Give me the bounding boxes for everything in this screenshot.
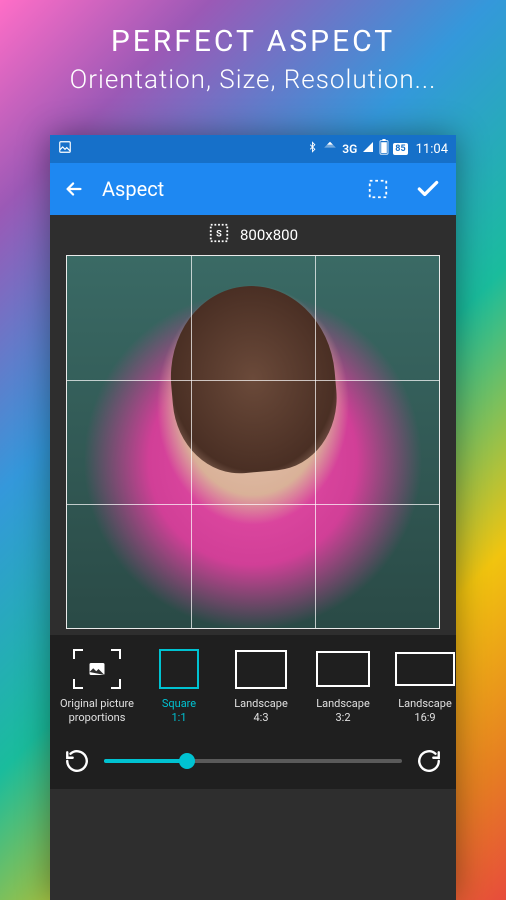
aspect-rect-icon	[159, 649, 199, 689]
aspect-thumb	[222, 645, 300, 693]
aspect-label: Landscape	[222, 697, 300, 711]
aspect-option-land43[interactable]: Landscape4:3	[222, 645, 300, 725]
aspect-option-land32[interactable]: Landscape3:2	[304, 645, 382, 725]
aspect-option-original[interactable]: Original pictureproportions	[58, 645, 136, 725]
aspect-label: Original picture	[58, 697, 136, 711]
grid-line	[315, 256, 316, 628]
grid-line	[67, 380, 439, 381]
aspect-label: Landscape	[304, 697, 382, 711]
grid-line	[191, 256, 192, 628]
arrow-left-icon	[63, 178, 85, 200]
back-button[interactable]	[60, 178, 88, 200]
aspect-option-land169[interactable]: Landscape16:9	[386, 645, 456, 725]
status-bar: 3G 85 11:04	[50, 135, 456, 163]
rotate-right-button[interactable]	[412, 744, 446, 778]
signal-icon	[361, 141, 375, 157]
app-bar: Aspect	[50, 163, 456, 215]
bluetooth-icon	[307, 140, 318, 158]
rotation-slider[interactable]	[104, 759, 402, 763]
original-icon	[73, 649, 121, 689]
aspect-label: Landscape	[386, 697, 456, 711]
dimensions-row: S 800x800	[50, 215, 456, 255]
phone-frame: 3G 85 11:04 Aspect S 800x800	[50, 135, 456, 900]
crop-frame[interactable]	[66, 255, 440, 629]
dimensions-label: 800x800	[240, 226, 298, 244]
slider-fill	[104, 759, 187, 763]
check-icon	[415, 176, 441, 202]
grid-line	[67, 504, 439, 505]
aspect-option-square[interactable]: Square1:1	[140, 645, 218, 725]
dashed-square-icon	[367, 178, 389, 200]
svg-text:S: S	[216, 230, 222, 240]
clock: 11:04	[416, 142, 448, 157]
promo-title: PERFECT ASPECT	[0, 24, 506, 59]
aspect-thumb	[58, 645, 136, 693]
aspect-sublabel: 3:2	[304, 711, 382, 725]
aspect-sublabel: proportions	[58, 711, 136, 725]
battery-percent: 85	[393, 143, 407, 155]
promo-subtitle: Orientation, Size, Resolution...	[0, 65, 506, 95]
battery-icon	[379, 139, 389, 159]
wifi-icon	[322, 140, 338, 158]
aspect-sublabel: 1:1	[140, 711, 218, 725]
rotate-cw-icon	[416, 748, 442, 774]
aspect-rect-icon	[235, 650, 287, 689]
rotation-slider-row	[50, 733, 456, 789]
aspect-thumb	[304, 645, 382, 693]
aspect-label: Square	[140, 697, 218, 711]
crop-preset-button[interactable]	[360, 171, 396, 207]
aspect-thumb	[386, 645, 456, 693]
network-label: 3G	[342, 142, 357, 156]
aspect-thumb	[140, 645, 218, 693]
rotate-left-button[interactable]	[60, 744, 94, 778]
promo-banner: PERFECT ASPECT Orientation, Size, Resolu…	[0, 0, 506, 111]
photo-preview	[67, 256, 439, 628]
slider-thumb[interactable]	[179, 753, 195, 769]
image-icon	[58, 140, 72, 158]
aspect-mode-icon: S	[208, 222, 230, 248]
canvas-area	[50, 255, 456, 635]
aspect-rect-icon	[395, 652, 455, 686]
aspect-ratio-strip[interactable]: Original pictureproportionsSquare1:1Land…	[50, 635, 456, 733]
page-title: Aspect	[102, 177, 346, 201]
aspect-sublabel: 4:3	[222, 711, 300, 725]
confirm-button[interactable]	[410, 171, 446, 207]
aspect-rect-icon	[316, 651, 370, 687]
aspect-sublabel: 16:9	[386, 711, 456, 725]
rotate-ccw-icon	[64, 748, 90, 774]
